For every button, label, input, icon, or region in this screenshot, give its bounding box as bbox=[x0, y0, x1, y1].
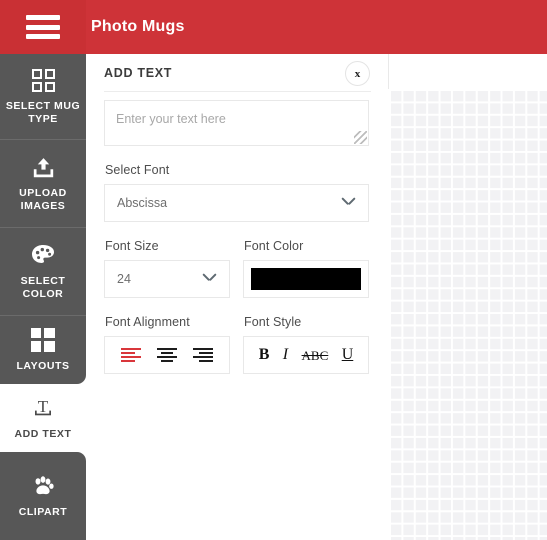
layouts-grid-icon bbox=[31, 327, 55, 353]
font-alignment-label: Font Alignment bbox=[105, 315, 190, 329]
align-right-icon[interactable] bbox=[193, 348, 213, 362]
sidebar-item-label: LAYOUTS bbox=[16, 360, 70, 372]
header-divider bbox=[104, 91, 371, 92]
size-color-row: Font Size 24 Font Color bbox=[104, 239, 369, 298]
font-style-group: Font Style B I ABC U bbox=[243, 315, 369, 374]
font-select-value: Abscissa bbox=[117, 196, 168, 210]
upload-icon bbox=[31, 154, 56, 180]
chevron-down-icon bbox=[203, 273, 216, 281]
bold-button[interactable]: B bbox=[259, 347, 270, 363]
color-swatch bbox=[251, 268, 361, 290]
sidebar-item-label: UPLOAD IMAGES bbox=[19, 187, 67, 212]
italic-button[interactable]: I bbox=[283, 347, 288, 363]
font-size-group: Font Size 24 bbox=[104, 239, 230, 298]
font-color-picker[interactable] bbox=[243, 260, 369, 298]
sidebar-item-select-color[interactable]: SELECT COLOR bbox=[0, 227, 86, 315]
add-text-panel: ADD TEXT x Enter your text here Select F… bbox=[86, 54, 389, 540]
resize-handle[interactable] bbox=[354, 131, 367, 144]
font-size-label: Font Size bbox=[105, 239, 159, 253]
select-font-label: Select Font bbox=[105, 163, 170, 177]
hamburger-menu-button[interactable] bbox=[0, 0, 86, 54]
font-alignment-buttons bbox=[104, 336, 230, 374]
align-left-icon[interactable] bbox=[121, 348, 141, 362]
font-size-value: 24 bbox=[117, 272, 131, 286]
font-color-label: Font Color bbox=[244, 239, 304, 253]
sidebar-item-upload-images[interactable]: UPLOAD IMAGES bbox=[0, 139, 86, 227]
sidebar-item-add-text[interactable]: T ADD TEXT bbox=[0, 384, 86, 452]
paint-palette-icon bbox=[30, 242, 56, 268]
sidebar-item-select-mug-type[interactable]: SELECT MUG TYPE bbox=[0, 54, 86, 139]
text-input[interactable]: Enter your text here bbox=[104, 100, 369, 146]
sidebar-item-label: CLIPART bbox=[18, 506, 68, 518]
sidebar-item-label: SELECT MUG TYPE bbox=[5, 100, 81, 125]
sidebar-item-label: ADD TEXT bbox=[14, 428, 72, 440]
panel-header: ADD TEXT x bbox=[86, 54, 389, 92]
underline-button[interactable]: U bbox=[342, 347, 354, 363]
font-size-select[interactable]: 24 bbox=[104, 260, 230, 298]
font-style-label: Font Style bbox=[244, 315, 302, 329]
svg-text:T: T bbox=[38, 397, 49, 416]
panel-title: ADD TEXT bbox=[104, 66, 173, 80]
alignment-style-row: Font Alignment Font Style B I ABC U bbox=[104, 315, 369, 374]
chevron-down-icon bbox=[342, 197, 355, 205]
text-input-placeholder: Enter your text here bbox=[116, 112, 226, 126]
close-icon[interactable]: x bbox=[345, 61, 370, 86]
text-t-icon: T bbox=[31, 395, 55, 421]
font-select[interactable]: Abscissa bbox=[104, 184, 369, 222]
strikethrough-button[interactable]: ABC bbox=[302, 349, 329, 362]
app-root: Photo Mugs SELECT MUG TYPE UPLOAD IMAGES bbox=[0, 0, 547, 540]
sidebar-item-layouts[interactable]: LAYOUTS bbox=[0, 315, 86, 384]
add-text-form: Enter your text here Select Font Absciss… bbox=[104, 100, 369, 374]
grid-four-squares-icon bbox=[31, 67, 55, 93]
font-alignment-group: Font Alignment bbox=[104, 315, 230, 374]
font-style-buttons: B I ABC U bbox=[243, 336, 369, 374]
design-canvas-grid[interactable] bbox=[389, 89, 547, 540]
page-title: Photo Mugs bbox=[91, 18, 185, 35]
canvas-area bbox=[389, 54, 547, 540]
align-center-icon[interactable] bbox=[157, 348, 177, 362]
top-bar: Photo Mugs bbox=[0, 0, 547, 54]
font-color-group: Font Color bbox=[243, 239, 369, 298]
sidebar-item-label: SELECT COLOR bbox=[20, 275, 66, 300]
paw-print-icon bbox=[30, 473, 56, 499]
sidebar-item-clipart[interactable]: CLIPART bbox=[0, 452, 86, 540]
hamburger-menu-icon bbox=[26, 15, 60, 39]
sidebar: SELECT MUG TYPE UPLOAD IMAGES SELECT COL… bbox=[0, 54, 86, 540]
